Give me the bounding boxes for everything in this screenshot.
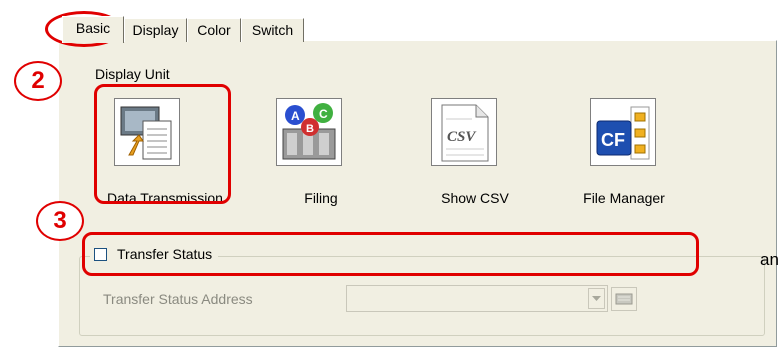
keypad-button[interactable] bbox=[611, 287, 637, 311]
tab-color-label: Color bbox=[197, 22, 231, 38]
divider bbox=[290, 256, 690, 257]
tab-switch[interactable]: Switch bbox=[241, 18, 304, 42]
transfer-status-address-combo[interactable] bbox=[346, 285, 608, 312]
transfer-status-title: Transfer Status bbox=[90, 246, 219, 262]
display-unit-label: Display Unit bbox=[95, 66, 170, 82]
tab-switch-label: Switch bbox=[251, 22, 294, 38]
tab-display-label: Display bbox=[132, 22, 179, 38]
cf-icon-text: CF bbox=[601, 130, 625, 150]
chevron-down-icon bbox=[592, 295, 601, 301]
tab-basic-label: Basic bbox=[75, 20, 111, 36]
stray-text: an bbox=[760, 250, 779, 269]
tab-display[interactable]: Display bbox=[124, 18, 187, 42]
transfer-status-address-label: Transfer Status Address bbox=[103, 291, 253, 307]
tab-color[interactable]: Color bbox=[187, 18, 241, 42]
keyboard-icon bbox=[615, 293, 633, 305]
file-manager-label: File Manager bbox=[583, 190, 665, 206]
callout-2: 2 bbox=[14, 61, 62, 101]
transfer-status-label: Transfer Status bbox=[117, 246, 213, 262]
callout-3: 3 bbox=[36, 201, 84, 241]
filing-button[interactable]: A B C bbox=[276, 98, 342, 166]
tab-basic[interactable]: Basic bbox=[62, 16, 124, 43]
csv-icon: CSV bbox=[441, 104, 489, 162]
file-manager-button[interactable]: CF bbox=[590, 98, 656, 166]
file-manager-icon: CF bbox=[596, 106, 650, 160]
filing-label: Filing bbox=[304, 190, 338, 206]
data-transmission-button[interactable] bbox=[114, 98, 180, 166]
filing-letter-a: A bbox=[291, 109, 300, 123]
show-csv-label: Show CSV bbox=[441, 190, 509, 206]
show-csv-button[interactable]: CSV bbox=[431, 98, 497, 166]
transfer-status-checkbox[interactable] bbox=[94, 247, 107, 261]
combo-dropdown-button[interactable] bbox=[588, 288, 605, 309]
filing-letter-b: B bbox=[306, 123, 314, 135]
filing-letter-c: C bbox=[319, 107, 328, 121]
data-transmission-icon bbox=[120, 106, 172, 160]
filing-icon: A B C bbox=[282, 103, 336, 160]
data-transmission-label: Data Transmission bbox=[107, 190, 223, 206]
csv-icon-text: CSV bbox=[447, 129, 477, 145]
